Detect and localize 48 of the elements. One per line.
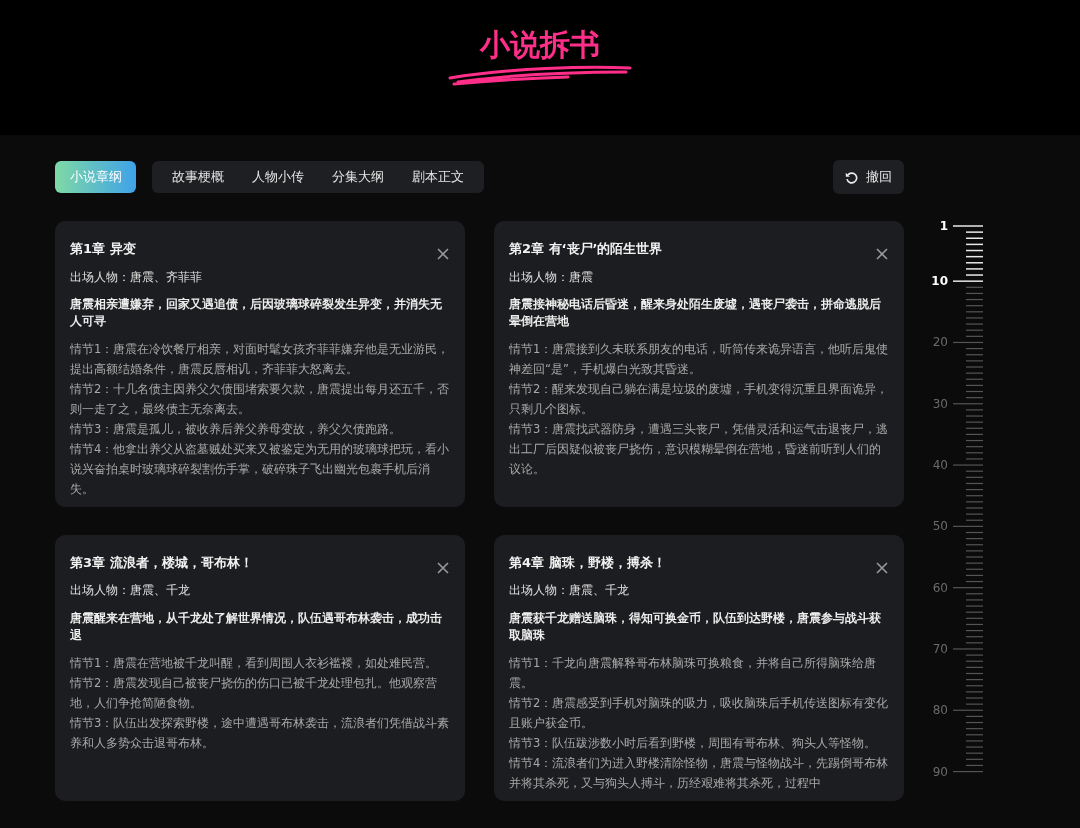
ruler-label: 90 [932,764,948,779]
plot-text: 情节1：唐震接到久未联系朋友的电话，听筒传来诡异语言，他听后鬼使神差回“是”，手机爆白光致其昏迷。 [509,340,889,378]
plot-text: 情节3：队伍出发探索野楼，途中遭遇哥布林袭击，流浪者们凭借战斗素养和人多势众击退哥布林。 [70,714,450,752]
chapter-summary: 唐震接神秘电话后昏迷，醒来身处陌生废墟，遇丧尸袭击，拼命逃脱后晕倒在营地 [509,295,882,330]
ruler-label: 50 [932,519,948,534]
close-icon [875,561,889,575]
close-icon [436,247,450,262]
close-icon [436,561,450,575]
characters-text: 出场人物：唐震、千龙 [70,582,191,600]
undo-icon [845,170,858,184]
ruler-label: 10 [931,274,948,289]
tab[interactable]: 分集大纲 [318,161,398,193]
plot-text: 情节4：他拿出养父从盗墓贼处买来又被鉴定为无用的玻璃球把玩，看小说兴奋拍桌时玻璃球碎裂割伤手掌，破碎珠子飞出幽光包裹手机后消失。 [70,440,450,498]
plot-text: 情节1：千龙向唐震解释哥布林脑珠可换粮食，并将自己所得脑珠给唐震。 [509,654,878,692]
ruler-label: 80 [932,703,948,718]
characters-text: 出场人物：唐震、齐菲菲 [70,268,203,286]
undo-button[interactable]: 撤回 [833,160,904,194]
chapter-summary: 唐震获千龙赠送脑珠，得知可换金币，队伍到达野楼，唐震参与战斗获取脑珠 [509,609,882,644]
chapter-summary: 唐震相亲遭嫌弃，回家又遇追债，后因玻璃球碎裂发生异变，并消失无人可寻 [70,295,443,330]
characters-text: 出场人物：唐震、千龙 [509,582,630,600]
ruler-label: 20 [932,335,948,350]
plot-text: 情节3：唐震是孤儿，被收养后养父养母变故，养父欠债跑路。 [70,420,403,438]
plot-text: 情节3：唐震找武器防身，遭遇三头丧尸，凭借灵活和运气击退丧尸，逃出工厂后因疑似被丧尸挠伤，意识模糊晕倒在营地，昏迷前听到人们的议论。 [509,420,889,478]
chapter-summary: 唐震醒来在营地，从千龙处了解世界情况，队伍遇哥布林袭击，成功击退 [70,609,443,644]
ruler-label: 70 [932,641,948,656]
close-icon [875,247,889,262]
plot-text: 情节2：十几名债主因养父欠债围堵索要欠款，唐震提出每月还五千，否则一走了之，最终债主无奈离去。 [70,380,450,418]
plot-text: 情节1：唐震在营地被千龙叫醒，看到周围人衣衫褴褛，如处难民营。 [70,654,439,672]
ruler-label: 40 [932,458,948,473]
plot-text: 情节1：唐震在冷饮餐厅相亲，对面时髦女孩齐菲菲嫌弃他是无业游民，提出高额结婚条件，唐震反唇相讥，齐菲菲大怒离去。 [70,340,450,378]
tab[interactable]: 人物小传 [238,161,318,193]
chapter-title: 第1章 异变 [70,240,136,258]
plot-text: 情节4：流浪者们为进入野楼清除怪物，唐震与怪物战斗，先踢倒哥布林并将其杀死，又与狗头人搏斗，历经艰难将其杀死，过程中 [509,754,889,792]
chapter-title: 第4章 脑珠，野楼，搏杀！ [509,553,666,572]
chapter-title: 第2章 有‘丧尸’的陌生世界 [509,240,663,258]
page-title: 小说拆书 [480,30,600,60]
plot-text: 情节2：醒来发现自己躺在满是垃圾的废墟，手机变得沉重且界面诡异，只剩几个图标。 [509,380,889,418]
tab[interactable]: 故事梗概 [158,161,238,193]
chapter-title: 第3章 流浪者，楼城，哥布林！ [70,553,253,572]
plot-text: 情节2：唐震发现自己被丧尸挠伤的伤口已被千龙处理包扎。他观察营地，人们争抢简陋食物。 [70,674,439,712]
ruler-label: 60 [932,580,948,595]
ruler-label: 1 [939,220,948,233]
tab[interactable]: 剧本正文 [398,161,478,193]
plot-text: 情节3：队伍跋涉数小时后看到野楼，周围有哥布林、狗头人等怪物。 [509,734,878,752]
brush-underline-icon [447,64,633,86]
ruler-label: 30 [932,396,948,411]
plot-text: 情节2：唐震感受到手机对脑珠的吸力，吸收脑珠后手机传送图标有变化且账户获金币。 [509,694,889,732]
characters-text: 出场人物：唐震 [509,268,594,286]
